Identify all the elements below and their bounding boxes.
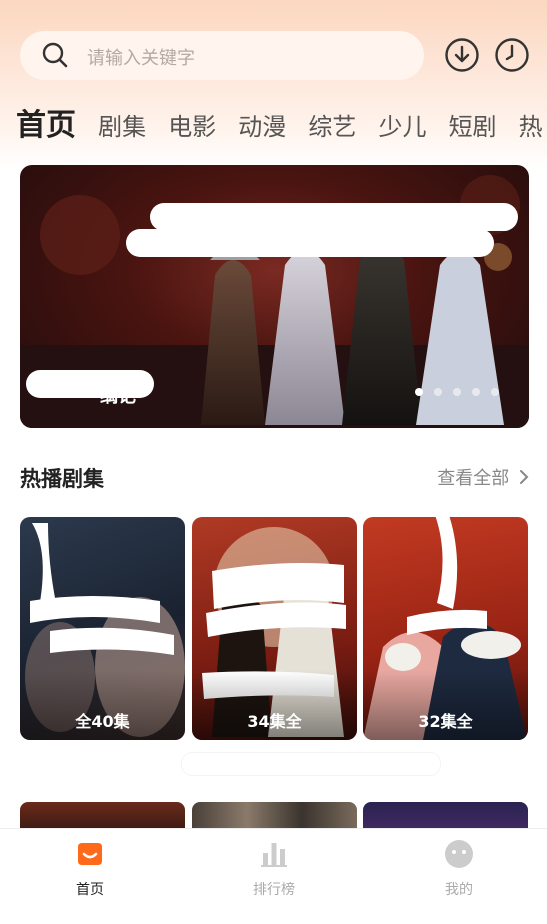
- carousel-dot[interactable]: [434, 388, 442, 396]
- drama-card[interactable]: 全40集: [20, 517, 185, 740]
- redaction-mark: [126, 229, 494, 257]
- nav-label: 我的: [445, 882, 473, 898]
- banner-title: 缡记: [100, 386, 136, 407]
- chevron-right-icon: [520, 470, 529, 484]
- nav-ranking[interactable]: 排行榜: [224, 839, 324, 899]
- home-icon: [78, 843, 102, 865]
- profile-icon: [445, 840, 473, 868]
- nav-label: 首页: [76, 882, 104, 898]
- carousel-dot[interactable]: [472, 388, 480, 396]
- nav-label: 排行榜: [253, 882, 295, 898]
- search-placeholder: 请输入关键字: [87, 48, 195, 69]
- nav-home[interactable]: 首页: [40, 839, 140, 899]
- bottom-navigation: 首页 排行榜 我的: [0, 828, 547, 924]
- tab-anime[interactable]: 动漫: [238, 107, 286, 142]
- episode-count: 34集全: [247, 712, 302, 731]
- redaction-mark: [182, 753, 440, 775]
- tab-home[interactable]: 首页: [16, 100, 76, 144]
- tab-series[interactable]: 剧集: [98, 107, 146, 142]
- search-icon: [42, 42, 68, 68]
- nav-profile[interactable]: 我的: [409, 839, 509, 899]
- search-bar[interactable]: 请输入关键字: [20, 31, 424, 80]
- category-tabs: 首页 剧集 电影 动漫 综艺 少儿 短剧 热: [16, 100, 547, 144]
- tab-short-drama[interactable]: 短剧: [449, 107, 497, 142]
- tab-movies[interactable]: 电影: [168, 107, 216, 142]
- ranking-icon: [261, 843, 287, 867]
- carousel-dot[interactable]: [453, 388, 461, 396]
- carousel-dot[interactable]: [491, 388, 499, 396]
- download-icon[interactable]: [445, 38, 479, 72]
- history-clock-icon[interactable]: [495, 38, 529, 72]
- drama-card[interactable]: 32集全: [363, 517, 528, 740]
- tab-kids[interactable]: 少儿: [378, 107, 426, 142]
- section-title: 热播剧集: [20, 467, 104, 491]
- carousel-dot[interactable]: [415, 388, 423, 396]
- episode-count: 全40集: [75, 712, 130, 731]
- carousel-indicator: [404, 381, 499, 400]
- redaction-mark: [20, 752, 70, 772]
- drama-card[interactable]: 34集全: [192, 517, 357, 740]
- tab-variety[interactable]: 综艺: [308, 107, 356, 142]
- view-all-link[interactable]: 查看全部: [437, 464, 529, 490]
- tab-hot[interactable]: 热: [519, 107, 543, 142]
- header-background: [0, 0, 547, 170]
- view-all-label: 查看全部: [437, 468, 510, 489]
- redaction-mark: [150, 203, 518, 231]
- featured-banner[interactable]: 缡记: [20, 165, 529, 428]
- episode-count: 32集全: [418, 712, 473, 731]
